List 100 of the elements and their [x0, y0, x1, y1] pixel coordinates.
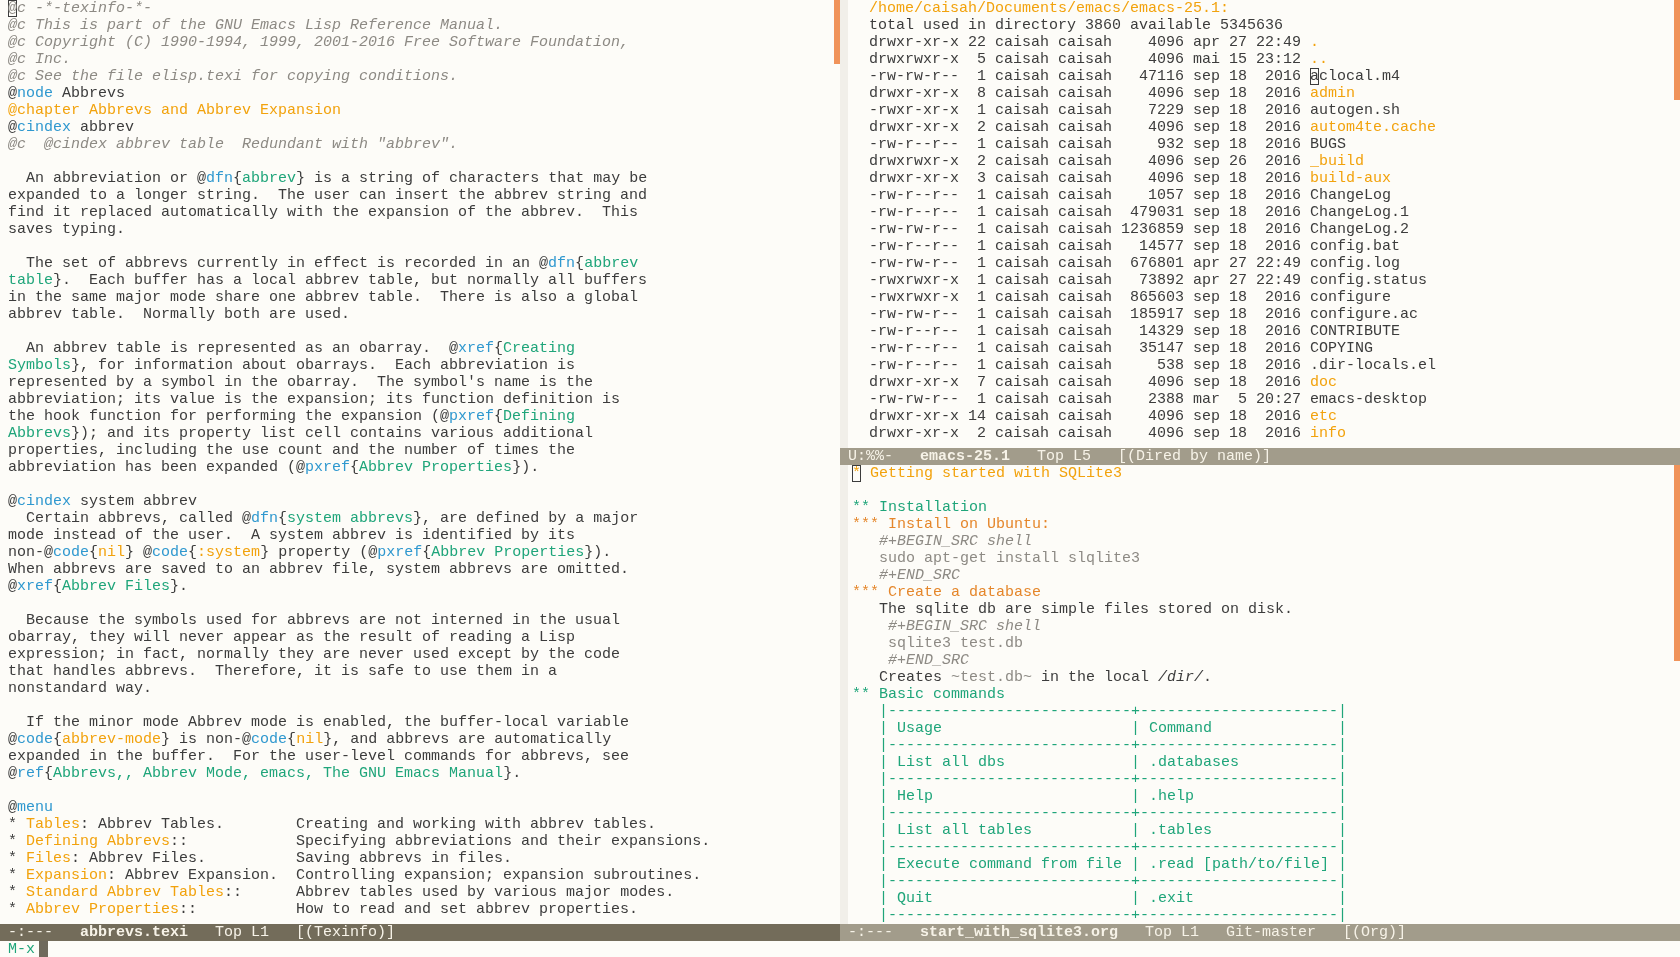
scroll-bar[interactable]: [834, 0, 840, 64]
file-name[interactable]: ChangeLog.2: [1310, 221, 1410, 238]
code-line: abbrev table. Normally both are used.: [8, 306, 352, 323]
code-line: expanded in the buffer. For the user-level commands for abbrevs, see: [8, 748, 631, 765]
file-details: drwxr-xr-x 2 caisah caisah 4096 sep 18 2016: [869, 425, 1302, 442]
outline-line: #+BEGIN_SRC shell: [878, 532, 1034, 550]
table-row-text: | Usage | Command |: [878, 719, 1349, 737]
file-details: -rwxrwxr-x 1 caisah caisah 865603 sep 18 2016: [869, 289, 1302, 306]
buffer-name: emacs-25.1: [920, 447, 1011, 465]
file-name[interactable]: COPYING: [1310, 340, 1374, 357]
file-details: -rw-r--r-- 1 caisah caisah 538 sep 18 2016: [869, 357, 1302, 374]
code-line: the hook function for performing the expansion (@pxref{Defining: [8, 408, 577, 425]
code-line: @node Abbrevs: [8, 85, 127, 102]
file-name[interactable]: config.bat: [1310, 238, 1401, 255]
buffer-position: Top L1: [215, 924, 270, 941]
file-details: drwxr-xr-x 14 caisah caisah 4096 sep 18 2016: [869, 408, 1302, 425]
code-line: The set of abbrevs currently in effect is recorded in an @dfn{abbrev: [25, 255, 640, 272]
file-name[interactable]: .dir-locals.el: [1310, 357, 1437, 374]
file-details: -rwxrwxr-x 1 caisah caisah 73892 apr 27 22:49: [869, 272, 1302, 289]
file-name[interactable]: config.status: [1310, 272, 1428, 289]
code-line: * Standard Abbrev Tables:: Abbrev tables used by various major modes.: [8, 884, 676, 901]
file-name[interactable]: aclocal.m4: [1310, 68, 1401, 85]
code-line: * Expansion: Abbrev Expansion. Controlling expansion; expansion subroutines.: [8, 867, 703, 884]
file-details: drwxr-xr-x 7 caisah caisah 4096 sep 18 2016: [869, 374, 1302, 391]
table-row-text: |---------------------------+----------------------|: [878, 838, 1349, 856]
code-line: @c @cindex abbrev table Redundant with "abbrev".: [8, 136, 460, 153]
code-line: @ref{Abbrevs,, Abbrev Mode, emacs, The GNU Emacs Manual}.: [8, 765, 523, 782]
code-line: represented by a symbol in the obarray. The symbol's name is the: [8, 374, 595, 391]
code-line: @menu: [8, 799, 55, 816]
table-row-text: | Help | .help |: [878, 787, 1349, 805]
scroll-bar[interactable]: [1674, 464, 1680, 661]
buffer-name: start_with_sqlite3.org: [920, 924, 1119, 941]
file-name[interactable]: ChangeLog: [1310, 187, 1392, 204]
file-name[interactable]: ChangeLog.1: [1310, 204, 1410, 221]
scroll-bar[interactable]: [1674, 0, 1680, 100]
code-line: * Tables: Abbrev Tables. Creating and working with abbrev tables.: [8, 816, 658, 833]
file-name[interactable]: BUGS: [1310, 136, 1347, 153]
table-row-text: | Quit | .exit |: [878, 889, 1349, 907]
code-line: abbreviation has been expanded (@pxref{Abbrev Properties}).: [8, 459, 541, 476]
buffer-position: Top L1: [1145, 924, 1200, 941]
outline-line: sudo apt-get install slqlite3: [878, 549, 1142, 567]
file-details: -rw-rw-r-- 1 caisah caisah 676801 apr 27 22:49: [869, 255, 1302, 272]
file-name[interactable]: configure.ac: [1310, 306, 1419, 323]
file-name[interactable]: CONTRIBUTE: [1310, 323, 1401, 340]
command-prompt: M-x: [8, 940, 35, 957]
code-line: An abbreviation or @dfn{abbrev} is a string of characters that may be: [25, 170, 649, 187]
directory-path: /home/caisah/Documents/emacs/emacs-25.1:: [869, 0, 1231, 17]
file-name[interactable]: emacs-desktop: [1310, 391, 1428, 408]
major-mode: [(Org)]: [1343, 924, 1407, 941]
file-details: drwxr-xr-x 3 caisah caisah 4096 sep 18 2016: [869, 170, 1302, 187]
file-name[interactable]: autogen.sh: [1310, 102, 1401, 119]
code-line: in the same major mode share one abbrev table. There is also a global: [8, 289, 640, 306]
file-details: drwxrwxr-x 2 caisah caisah 4096 sep 26 2016: [869, 153, 1302, 170]
code-line: abbreviation; its value is the expansion; its function definition is: [8, 391, 622, 408]
file-name[interactable]: config.log: [1310, 255, 1401, 272]
file-details: -rw-rw-r-- 1 caisah caisah 185917 sep 18 2016: [869, 306, 1302, 323]
file-details: -rw-r--r-- 1 caisah caisah 35147 sep 18 2016: [869, 340, 1302, 357]
code-line: * Files: Abbrev Files. Saving abbrevs in files.: [8, 850, 514, 867]
code-line: expression; in fact, normally they are never used except by the code: [8, 646, 622, 663]
table-row-text: |---------------------------+----------------------|: [878, 736, 1349, 754]
code-line: that handles abbrevs. Therefore, it is safe to use them in a: [8, 663, 559, 680]
outline-line: ** Basic commands: [852, 685, 1007, 703]
buffer-state: U:%%-: [848, 447, 893, 465]
file-details: drwxrwxr-x 5 caisah caisah 4096 mai 15 23:12: [869, 51, 1302, 68]
table-row-text: | List all tables | .tables |: [878, 821, 1349, 839]
code-line: obarray, they will never appear as the result of reading a Lisp: [8, 629, 577, 646]
file-details: drwxr-xr-x 22 caisah caisah 4096 apr 27 22:49: [869, 34, 1302, 51]
table-row-text: |---------------------------+----------------------|: [878, 702, 1349, 720]
code-line: saves typing.: [8, 221, 127, 238]
code-line: Certain abbrevs, called @dfn{system abbrevs}, are defined by a major: [25, 510, 640, 527]
file-name[interactable]: configure: [1310, 289, 1392, 306]
file-details: drwxr-xr-x 2 caisah caisah 4096 sep 18 2016: [869, 119, 1302, 136]
outline-line: *** Install on Ubuntu:: [852, 515, 1052, 533]
major-mode: [(Dired by name)]: [1118, 447, 1272, 465]
outline-line: *** Create a database: [852, 583, 1043, 601]
buffer-position: Top L5: [1037, 447, 1092, 465]
code-line: nonstandard way.: [8, 680, 154, 697]
code-line: * Defining Abbrevs:: Specifying abbreviations and their expansions.: [8, 833, 712, 850]
file-details: -rw-r--r-- 1 caisah caisah 479031 sep 18 2016: [869, 204, 1302, 221]
code-line: properties, including the use count and the number of times the: [8, 442, 577, 459]
file-details: -rw-rw-r-- 1 caisah caisah 2388 mar 5 20:27: [869, 391, 1302, 408]
code-line: When abbrevs are saved to an abbrev file, system abbrevs are omitted.: [8, 561, 631, 578]
buffer-name: abbrevs.texi: [80, 924, 189, 941]
file-details: -rw-r--r-- 1 caisah caisah 932 sep 18 2016: [869, 136, 1302, 153]
code-line: table}. Each buffer has a local abbrev table, but normally all buffers: [8, 272, 649, 289]
outline-line: ** Installation: [852, 498, 989, 516]
file-details: -rw-r--r-- 1 caisah caisah 14329 sep 18 2016: [869, 323, 1302, 340]
code-line: @c Copyright (C) 1990-1994, 1999, 2001-2016 Free Software Foundation,: [8, 34, 631, 51]
code-line: If the minor mode Abbrev mode is enabled, the buffer-local variable: [25, 714, 631, 731]
table-row-text: |---------------------------+----------------------|: [878, 872, 1349, 890]
outline-line: sqlite3 test.db: [887, 634, 1025, 652]
code-line: mode instead of the user. A system abbrev is identified by its: [8, 527, 577, 544]
major-mode: [(Texinfo)]: [296, 924, 396, 941]
code-line: * Abbrev Properties:: How to read and set abbrev properties.: [8, 901, 640, 918]
file-details: -rw-r--r-- 1 caisah caisah 14577 sep 18 2016: [869, 238, 1302, 255]
outline-line: The sqlite db are simple files stored on disk.: [878, 600, 1295, 618]
code-line: An abbrev table is represented as an obarray. @xref{Creating: [25, 340, 577, 357]
file-details: -rw-rw-r-- 1 caisah caisah 1236859 sep 18 2016: [869, 221, 1302, 238]
code-line: non-@code{nil} @code{:system} property (@pxref{Abbrev Properties}).: [8, 544, 613, 561]
table-row-text: |---------------------------+----------------------|: [878, 906, 1349, 924]
